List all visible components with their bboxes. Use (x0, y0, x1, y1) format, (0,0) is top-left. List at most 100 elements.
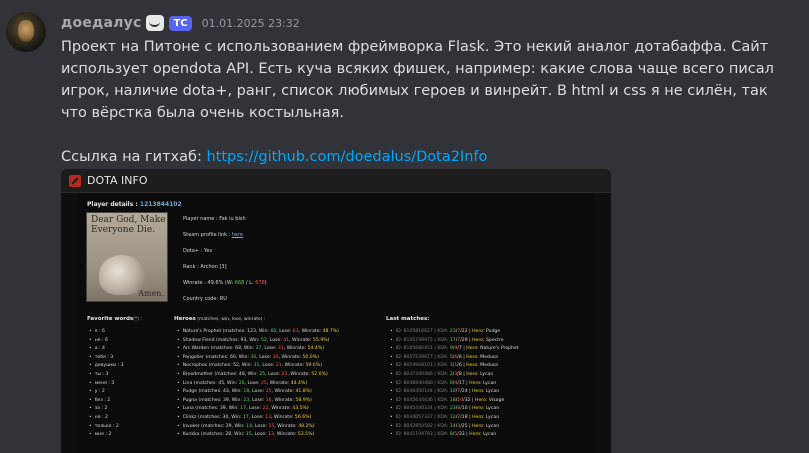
hero-item: Lina (matches: 45, Win: 20, Lose: 25, Wi… (177, 381, 339, 390)
hero-lose-label: , Lose: (246, 406, 263, 412)
server-tag-badge[interactable]: TC (169, 15, 192, 31)
match-item[interactable]: ID: 8046450144 | KDA: 10/7/24 | Hero: Ly… (390, 389, 519, 398)
match-item[interactable]: ID: 8042850592 | KDA: 14/3/25 | Hero: Ly… (390, 424, 519, 433)
hero-close: ) (312, 423, 315, 429)
hero-close: ) (322, 346, 325, 352)
attached-screenshot[interactable]: DOTA INFO Player details : 1213844102 De… (61, 169, 611, 453)
words-title-text: Favorite words (87, 316, 134, 322)
match-hero: Lycan (484, 389, 500, 395)
hero-winrate: 56.6% (294, 414, 310, 420)
hero-name: Arc Warden (matches: 68, Win: (182, 346, 256, 352)
hero-close: ) (317, 354, 319, 360)
match-item[interactable]: ID: 8045440334 | KDA: 23/8/10 | Hero: Ly… (390, 406, 519, 415)
site-title: DOTA INFO (87, 174, 148, 187)
hero-close: ) (320, 363, 322, 369)
hero-close: ) (325, 371, 328, 377)
hero-winrate-label: , Winrate: (289, 337, 314, 343)
match-item[interactable]: ID: 8044057337 | KDA: 12/7/18 | Hero: Ly… (390, 415, 519, 424)
hero-name: Pudge (matches: 43, Win: (182, 389, 244, 395)
match-assists: /25 (460, 423, 468, 429)
favorite-words-title: Favorite words(*) : (87, 316, 142, 322)
words-title-suffix: (*) : (133, 317, 142, 322)
hero-lose-label: , Lose: (248, 414, 266, 420)
hero-winrate: 58.9% (295, 397, 311, 403)
country-code: Country code: RU (183, 296, 227, 302)
match-item[interactable]: ID: 8041194783 | KDA: 8/5/33 | Hero: Lyc… (390, 432, 519, 441)
winrate-wins: 668 (234, 280, 245, 286)
match-hero-label: Hero: (466, 346, 479, 352)
match-hero-label: Hero: (466, 363, 479, 369)
favorite-word-item: за : 2 (89, 406, 124, 415)
trollface-emoji-icon (146, 15, 165, 31)
message-timestamp: 01.01.2025 23:32 (201, 16, 300, 30)
message-body: Проект на Питоне с использованием фреймв… (61, 36, 791, 124)
hero-lose-label: , Lose: (244, 380, 261, 386)
player-rank: Rank : Archon [3] (183, 264, 227, 270)
favorite-word-item: ты : 3 (89, 372, 124, 381)
winrate-suffix: ) (264, 280, 267, 286)
hero-item: Arc Warden (matches: 68, Win: 37, Lose: … (177, 346, 339, 355)
match-id: ID: 8045644436 | KDA: (395, 397, 450, 403)
hero-close: ) (306, 406, 309, 412)
heroes-title-text: Heroes (174, 316, 196, 322)
hero-winrate-label: , Winrate: (266, 380, 291, 386)
match-item[interactable]: ID: 8047340486 | KDA: 2/3/8 | Hero: Lyca… (390, 372, 519, 381)
hero-winrate-label: , Winrate: (274, 423, 299, 429)
match-hero: Pudge (484, 329, 501, 334)
match-item[interactable]: ID: 8105816627 | KDA: 23/7/22 | Hero: Pu… (390, 329, 519, 338)
match-item[interactable]: ID: 8105749975 | KDA: 17/7/29 | Hero: Sp… (390, 338, 519, 347)
hero-winrate: 52.0% (311, 371, 326, 377)
match-id: ID: 8046450144 | KDA: (395, 389, 450, 395)
match-item[interactable]: ID: 8054968101 | KDA: 1/1/6 | Hero: Medu… (390, 363, 519, 372)
favorite-word-item: девушки : 3 (89, 363, 124, 372)
hero-name: Lina (matches: 45, Win: (182, 380, 239, 386)
winrate-losses: 678 (255, 280, 265, 286)
match-id: ID: 8042850592 | KDA: (395, 423, 450, 429)
match-id: ID: 8044057337 | KDA: (395, 414, 450, 420)
message-text: Проект на Питоне с использованием фреймв… (61, 39, 779, 121)
match-id: ID: 8054968101 | KDA: (395, 363, 450, 369)
hero-lose-label: , Lose: (251, 432, 269, 438)
hero-lose-label: , Lose: (249, 389, 266, 395)
message-header: доедалус TC 01.01.2025 23:32 (61, 13, 300, 33)
steam-profile-row: Steam profile link : here (183, 233, 267, 249)
hero-winrate-label: , Winrate: (281, 363, 306, 369)
favorite-word-item: мне : 2 (89, 432, 124, 441)
hero-winrate-label: , Winrate: (278, 354, 303, 360)
match-item[interactable]: ID: 8105680451 | KDA: 9/9/7 | Hero: Natu… (390, 346, 519, 355)
hero-lose-label: , Lose: (266, 337, 284, 343)
match-hero: Medusa (478, 363, 498, 369)
username[interactable]: доедалус (61, 15, 141, 31)
hero-winrate-label: , Winrate: (271, 389, 296, 395)
user-avatar[interactable] (6, 12, 46, 52)
match-assists: /22 (460, 329, 468, 334)
hero-winrate: 48.2% (298, 423, 313, 429)
match-hero: Lycan (481, 432, 497, 438)
favorite-word-item: я : 6 (89, 329, 124, 338)
hero-name: Necrophos (matches: 52, Win: (182, 363, 254, 369)
match-item[interactable]: ID: 8046940480 | KDA: 0/4/17 | Hero: Lyc… (390, 381, 519, 390)
github-link[interactable]: https://github.com/doedalus/Dota2Info (206, 149, 487, 165)
hero-name: Pugna (matches: 39, Win: (182, 397, 244, 403)
steam-profile-link[interactable]: here (232, 232, 243, 238)
match-hero-label: Hero: (469, 432, 482, 438)
hero-item: Nature's Prophet (matches: 123, Win: 60,… (177, 329, 339, 338)
hero-item: Luna (matches: 39, Win: 17, Lose: 22, Wi… (177, 406, 339, 415)
hero-name: Broodmother (matches: 48, Win: (182, 371, 260, 377)
match-hero-label: Hero: (466, 354, 479, 360)
match-assists: /18 (460, 414, 468, 420)
match-hero-label: Hero: (472, 423, 485, 429)
image-caption: Dear God, Make Everyone Die. (91, 215, 166, 235)
heroes-title: Heroes (matches, win, lose, winrate) : (174, 316, 265, 322)
hero-winrate: 48.7% (322, 329, 338, 334)
hero-close: ) (310, 389, 312, 395)
match-id: ID: 8105749975 | KDA: (395, 337, 450, 343)
hero-winrate-label: , Winrate: (268, 406, 293, 412)
hero-lose-label: , Lose: (265, 371, 282, 377)
hero-winrate: 53.5% (297, 432, 313, 438)
link-prefix: Ссылка на гитхаб: (61, 149, 207, 165)
player-avatar-image: Dear God, Make Everyone Die. Amen. (86, 212, 168, 302)
player-info: Player name : Fak iu bish Steam profile … (183, 217, 267, 313)
hero-close: ) (309, 414, 312, 420)
hero-name: Shadow Fiend (matches: 93, Win: (182, 337, 261, 343)
